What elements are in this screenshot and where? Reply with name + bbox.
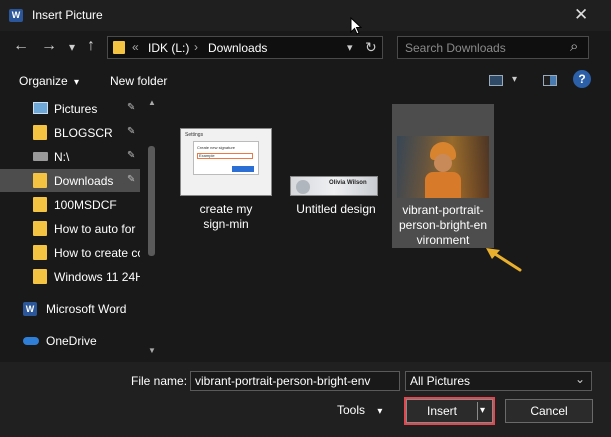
file-type-value: All Pictures — [410, 374, 471, 388]
scroll-up-icon[interactable]: ▲ — [148, 98, 156, 107]
breadcrumb-separator: › — [194, 40, 198, 54]
file-name-line-1: create my — [199, 202, 253, 216]
refresh-icon[interactable]: ↻ — [365, 39, 377, 56]
up-button[interactable]: ↑ — [87, 37, 95, 55]
organize-label: Organize — [19, 74, 68, 88]
file-item[interactable]: Olivia Wilson Untitled design — [290, 176, 382, 217]
breadcrumb-overflow-icon[interactable]: « — [132, 40, 139, 54]
thumbnail-dialog-title: Create new signature — [197, 145, 236, 150]
thumbnail-field-value: Example — [199, 153, 215, 158]
onedrive-icon — [23, 337, 39, 345]
sidebar-item-label: OneDrive — [46, 334, 97, 348]
file-item-selected[interactable]: vibrant-portrait- person-bright-en viron… — [392, 104, 494, 248]
folder-icon — [33, 173, 47, 188]
pin-icon: ✎ — [127, 102, 136, 113]
search-icon[interactable]: ⌕ — [570, 38, 578, 55]
breadcrumb-folder[interactable]: Downloads — [208, 41, 267, 55]
chevron-down-icon: ▾ — [74, 77, 80, 88]
breadcrumb-drive[interactable]: IDK (L:) — [148, 41, 189, 55]
folder-icon — [33, 197, 47, 212]
pin-icon: ✎ — [127, 174, 136, 185]
file-name-input[interactable]: vibrant-portrait-person-bright-env — [190, 371, 400, 391]
organize-button[interactable]: Organize ▾ — [19, 74, 79, 88]
chevron-down-icon: ▾ — [377, 406, 383, 417]
file-name-line-1: Untitled design — [296, 202, 376, 216]
sidebar-item-label: How to create co — [54, 246, 140, 260]
sidebar-item-label: Windows 11 24H — [54, 270, 140, 284]
network-drive-icon — [33, 152, 48, 161]
change-view-icon[interactable] — [489, 75, 503, 86]
file-thumbnail: Settings Create new signature Example — [180, 128, 272, 196]
scroll-down-icon[interactable]: ▼ — [148, 346, 156, 355]
recent-locations-dropdown[interactable]: ▾ — [69, 40, 75, 54]
file-item[interactable]: Settings Create new signature Example cr… — [180, 128, 272, 232]
sidebar-item-label: Microsoft Word — [46, 302, 127, 316]
preview-pane-icon[interactable] — [543, 75, 557, 86]
pin-icon: ✎ — [127, 150, 136, 161]
annotation-arrow-icon — [486, 248, 522, 272]
pictures-icon — [33, 102, 48, 114]
sidebar-item-100msdcf[interactable]: 100MSDCF — [0, 193, 140, 216]
new-folder-button[interactable]: New folder — [110, 74, 167, 88]
file-thumbnail — [397, 136, 489, 198]
sidebar-item-how-to-create[interactable]: How to create co — [0, 241, 140, 264]
sidebar-item-label: How to auto for — [54, 222, 136, 236]
address-dropdown-icon[interactable]: ▾ — [347, 41, 353, 54]
file-name-line-2: sign-min — [203, 217, 249, 231]
view-options-dropdown[interactable]: ▾ — [512, 74, 517, 85]
folder-icon — [113, 41, 125, 54]
folder-icon — [33, 245, 47, 260]
thumbnail-settings-header: Settings — [185, 132, 204, 138]
file-list: Settings Create new signature Example cr… — [160, 96, 611, 360]
tools-label: Tools — [337, 403, 366, 417]
sidebar-item-blogscr[interactable]: BLOGSCR ✎ — [0, 121, 140, 144]
sidebar-item-network-drive[interactable]: N:\ ✎ — [0, 145, 140, 168]
insert-label: Insert — [426, 404, 457, 418]
window-title: Insert Picture — [32, 8, 103, 22]
forward-button[interactable]: → — [41, 37, 57, 55]
folder-icon — [33, 125, 47, 140]
sidebar-item-microsoft-word[interactable]: W Microsoft Word — [0, 297, 140, 320]
close-button[interactable]: ✕ — [574, 5, 588, 25]
title-bar: W Insert Picture ✕ — [0, 0, 611, 35]
folder-icon — [33, 221, 47, 236]
chevron-down-icon: ⌄ — [574, 372, 585, 386]
address-bar[interactable]: « IDK (L:) › Downloads ▾ ↻ — [107, 36, 383, 59]
insert-button[interactable]: Insert ▾ — [406, 399, 493, 423]
word-icon: W — [23, 302, 37, 316]
thumbnail-text: Olivia Wilson — [329, 180, 367, 186]
help-icon[interactable]: ? — [573, 70, 591, 88]
file-name-label: File name: — [131, 374, 188, 388]
sidebar-item-how-to-auto[interactable]: How to auto for — [0, 217, 140, 240]
sidebar-item-pictures[interactable]: Pictures ✎ — [0, 97, 140, 120]
sidebar-item-windows-11[interactable]: Windows 11 24H — [0, 265, 140, 288]
tools-menu[interactable]: Tools ▾ — [337, 403, 382, 417]
back-button[interactable]: ← — [13, 37, 29, 55]
search-placeholder: Search Downloads — [405, 41, 506, 55]
sidebar-item-downloads[interactable]: Downloads ✎ — [0, 169, 140, 192]
file-type-select[interactable]: All Pictures ⌄ — [405, 371, 592, 391]
sidebar-item-onedrive[interactable]: OneDrive — [0, 329, 140, 352]
navigation-pane: Pictures ✎ BLOGSCR ✎ N:\ ✎ Downloads ✎ 1… — [0, 96, 159, 360]
scrollbar-thumb[interactable] — [148, 146, 155, 256]
file-name-line-3: vironment — [416, 233, 470, 247]
file-thumbnail: Olivia Wilson — [290, 176, 378, 196]
search-input[interactable]: Search Downloads ⌕ — [397, 36, 589, 59]
word-app-icon: W — [9, 9, 23, 22]
insert-options-dropdown[interactable]: ▾ — [480, 400, 485, 422]
pin-icon: ✎ — [127, 126, 136, 137]
cancel-button[interactable]: Cancel — [505, 399, 593, 423]
toolbar: Organize ▾ New folder ▾ ? — [0, 67, 611, 93]
folder-icon — [33, 269, 47, 284]
file-name-line-1: vibrant-portrait- — [402, 203, 484, 217]
mouse-cursor-icon — [350, 17, 362, 35]
sidebar-scrollbar[interactable]: ▲ ▼ — [144, 96, 158, 360]
sidebar-item-label: 100MSDCF — [54, 198, 117, 212]
dialog-footer: File name: vibrant-portrait-person-brigh… — [0, 362, 611, 437]
file-name-line-2: person-bright-en — [398, 218, 488, 232]
